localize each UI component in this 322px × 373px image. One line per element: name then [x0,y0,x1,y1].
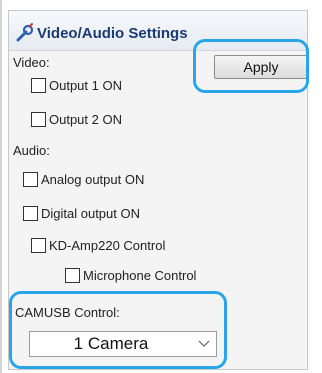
output-2-checkbox-row[interactable]: Output 2 ON [31,109,122,129]
digital-output-checkbox[interactable] [23,205,38,221]
panel-title-bar: Video/Audio Settings [9,11,307,51]
apply-button[interactable]: Apply [214,55,308,79]
microphone-checkbox-row[interactable]: Microphone Control [65,265,196,285]
settings-wrench-icon [15,23,35,43]
digital-output-label: Digital output ON [41,205,140,221]
chevron-down-icon[interactable] [192,332,216,356]
digital-output-checkbox-row[interactable]: Digital output ON [23,203,140,223]
audio-group-label: Audio: [13,143,50,158]
kd-amp220-checkbox[interactable] [31,237,46,253]
camusb-selected-value: 1 Camera [73,334,149,353]
microphone-label: Microphone Control [83,267,197,283]
video-group-label: Video: [13,55,50,70]
microphone-checkbox[interactable] [65,267,80,283]
video-audio-settings-panel: Video/Audio Settings Video: Output 1 ON … [8,10,309,370]
camusb-highlight-frame [9,291,227,369]
output-2-checkbox[interactable] [31,111,46,127]
analog-output-label: Analog output ON [41,171,145,187]
camusb-camera-select[interactable]: 1 Camera [29,331,217,357]
panel-title: Video/Audio Settings [37,25,188,42]
kd-amp220-label: KD-Amp220 Control [49,237,166,253]
window-edge [0,0,2,373]
kd-amp220-checkbox-row[interactable]: KD-Amp220 Control [31,235,165,255]
output-2-label: Output 2 ON [49,111,122,127]
analog-output-checkbox-row[interactable]: Analog output ON [23,169,144,189]
output-1-checkbox[interactable] [31,77,46,93]
analog-output-checkbox[interactable] [23,171,38,187]
camusb-group-label: CAMUSB Control: [15,305,120,320]
output-1-label: Output 1 ON [49,77,122,93]
settings-window: Video/Audio Settings Video: Output 1 ON … [0,0,322,373]
output-1-checkbox-row[interactable]: Output 1 ON [31,75,122,95]
